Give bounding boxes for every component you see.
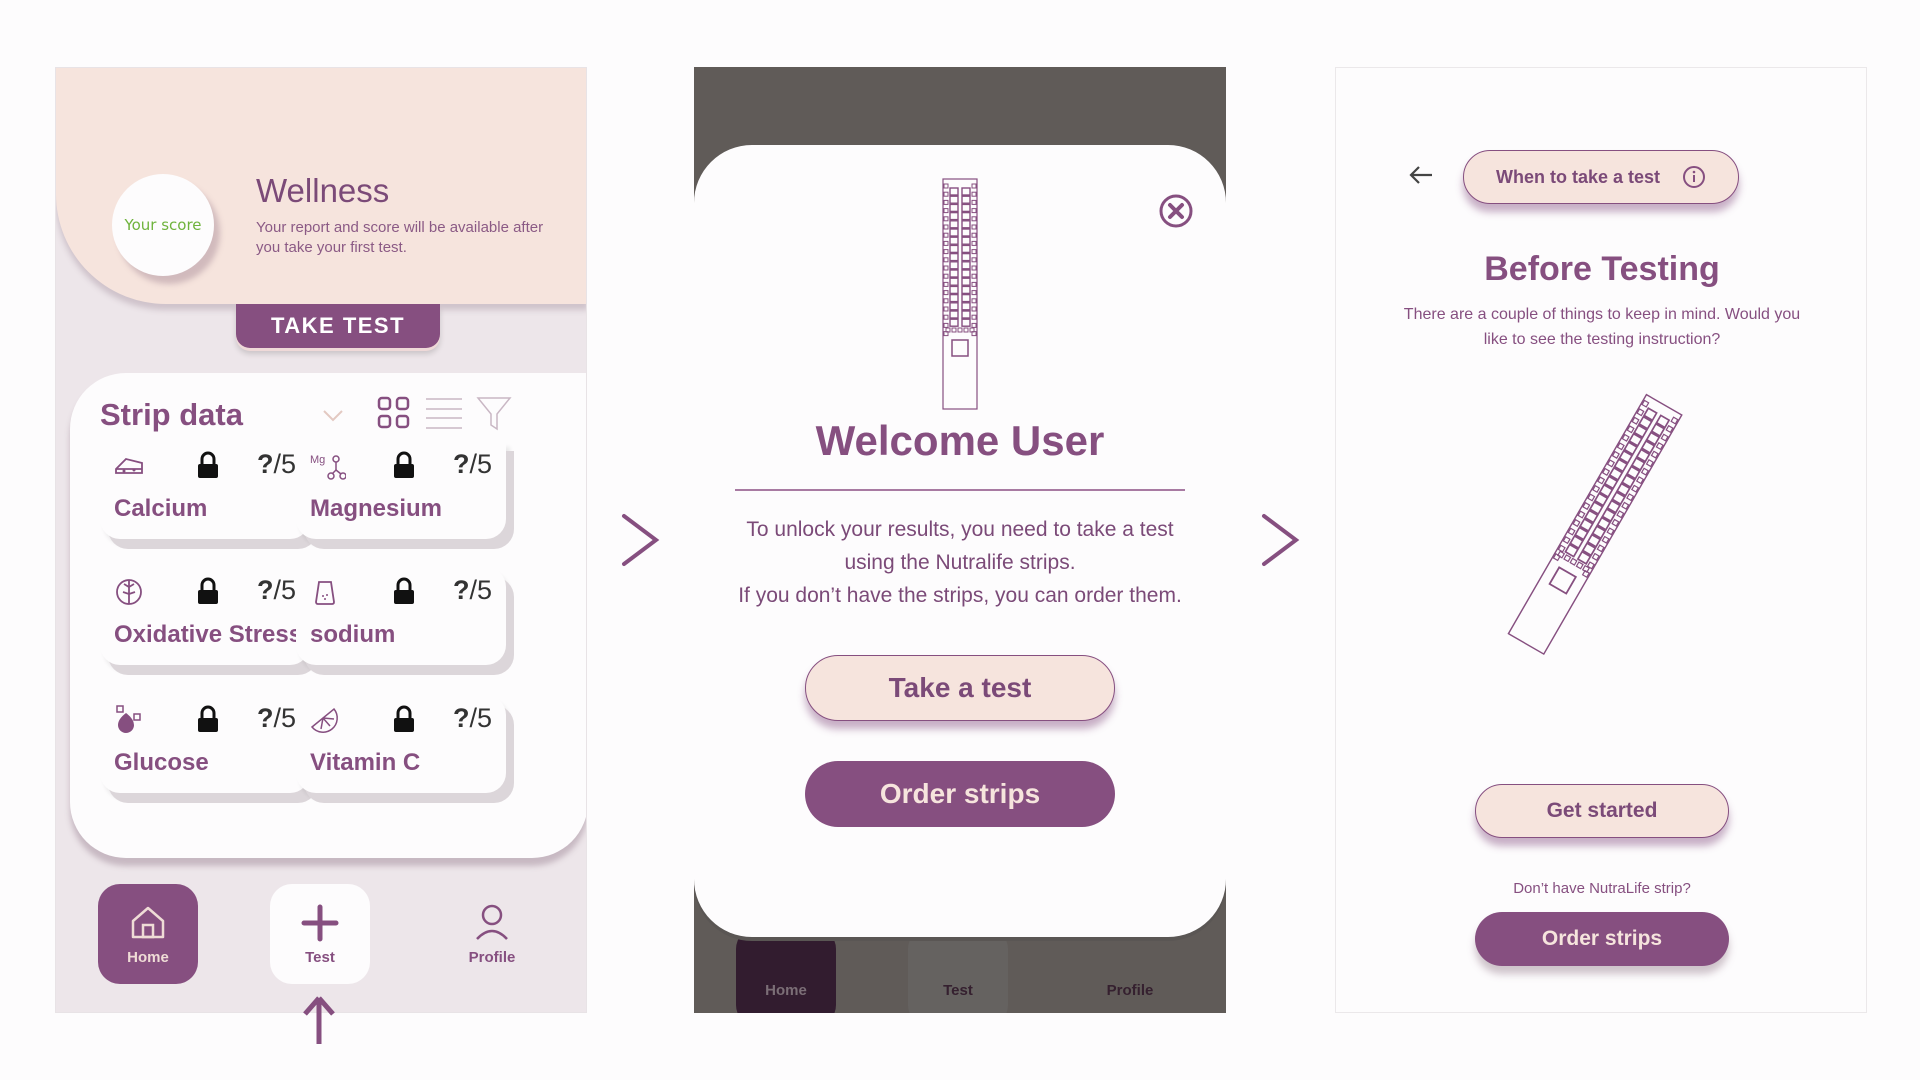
sugar-drop-icon [116, 705, 141, 733]
strip-data-title: Strip data [100, 397, 243, 432]
tile-name: Glucose [114, 749, 209, 776]
before-testing-screen: When to take a test Before Testing There… [1335, 67, 1867, 1013]
nav-home[interactable]: Home [98, 884, 198, 984]
up-arrow-indicator [303, 996, 335, 1044]
order-strips-button[interactable]: Order strips [805, 761, 1115, 827]
back-arrow-icon[interactable] [1408, 164, 1434, 186]
before-testing-title: Before Testing [1484, 250, 1720, 288]
modal-title: Welcome User [815, 417, 1105, 464]
tile-name: Oxidative Stress [114, 621, 303, 648]
home-screen: Your score Wellness Your report and scor… [55, 67, 587, 1013]
strip-tile-vitamin-c[interactable]: ?/5 Vitamin C [296, 695, 506, 793]
nav-home-label: Home [127, 948, 169, 966]
tile-name: sodium [310, 621, 396, 648]
list-view-icon[interactable] [426, 395, 462, 431]
user-icon [476, 904, 508, 940]
grid-view-icon[interactable] [376, 395, 412, 431]
magnesium-molecule-icon: Mg [310, 454, 346, 480]
lock-icon [198, 451, 218, 478]
tile-score: ?/5 [452, 575, 492, 605]
score-circle[interactable]: Your score [112, 174, 214, 276]
tile-name: Vitamin C [310, 749, 421, 776]
tile-score: ?/5 [452, 703, 492, 733]
nav-test-label: Test [305, 948, 335, 966]
tile-name: Calcium [114, 495, 208, 522]
filter-icon[interactable] [476, 395, 512, 431]
test-strip-illustration [942, 178, 978, 410]
nav-profile[interactable]: Profile [442, 884, 542, 984]
welcome-modal: Welcome User To unlock your results, you… [694, 145, 1226, 937]
before-testing-subtitle: There are a couple of things to keep in … [1403, 306, 1801, 348]
flow-arrow-icon [622, 514, 660, 566]
salt-shaker-icon [315, 581, 335, 605]
strip-data-card: Strip data ?/5 Calcium Mg ?/5 Magnesium … [70, 373, 586, 858]
wellness-header: Your score Wellness Your report and scor… [56, 68, 586, 304]
nav-test[interactable]: Test [270, 884, 370, 984]
tile-score: ?/5 [256, 703, 296, 733]
strip-tile-glucose[interactable]: ?/5 Glucose [100, 695, 310, 793]
lock-icon [394, 577, 414, 604]
wellness-title: Wellness [256, 172, 390, 209]
plus-icon [301, 904, 339, 941]
home-icon [131, 906, 165, 938]
citrus-slice-icon [310, 707, 338, 733]
divider [735, 489, 1185, 491]
dimmed-nav-home: Home [736, 927, 836, 1013]
tilted-test-strip-illustration [1507, 393, 1683, 656]
take-test-button[interactable]: TAKE TEST [236, 304, 440, 348]
tile-score: ?/5 [452, 449, 492, 479]
when-to-take-test-label: When to take a test [1495, 166, 1661, 187]
svg-text:Mg: Mg [310, 454, 325, 466]
dimmed-nav-profile: Profile [1106, 982, 1154, 999]
take-a-test-button[interactable]: Take a test [805, 655, 1115, 721]
dimmed-nav-test: Test [908, 927, 1008, 1013]
lock-icon [198, 705, 218, 732]
info-icon [1683, 166, 1706, 188]
welcome-modal-screen: Home Test Profile Welcome User To unlock… [694, 67, 1226, 1013]
strip-tile-calcium[interactable]: ?/5 Calcium [100, 441, 310, 539]
chevron-down-icon[interactable] [322, 409, 344, 423]
get-started-button[interactable]: Get started [1475, 784, 1729, 838]
no-strip-note: Don’t have NutraLife strip? [1513, 880, 1691, 897]
cheese-icon [115, 458, 143, 474]
lock-icon [394, 451, 414, 478]
flow-arrow-icon [1262, 514, 1300, 566]
modal-body: To unlock your results, you need to take… [738, 518, 1182, 607]
close-icon[interactable] [1158, 193, 1194, 229]
nav-profile-label: Profile [468, 948, 516, 966]
when-to-take-test-button[interactable]: When to take a test [1463, 150, 1739, 204]
lock-icon [394, 705, 414, 732]
wellness-subtitle: Your report and score will be available … [256, 219, 544, 256]
strip-tile-sodium[interactable]: ?/5 sodium [296, 567, 506, 665]
tile-score: ?/5 [256, 449, 296, 479]
lock-icon [198, 577, 218, 604]
tile-score: ?/5 [256, 575, 296, 605]
order-strips-button[interactable]: Order strips [1475, 912, 1729, 966]
score-label: Your score [124, 216, 202, 234]
tile-name: Magnesium [310, 495, 443, 522]
strip-tile-oxidative-stress[interactable]: ?/5 Oxidative Stress [100, 567, 310, 665]
brain-icon [116, 579, 142, 605]
strip-tile-magnesium[interactable]: Mg ?/5 Magnesium [296, 441, 506, 539]
